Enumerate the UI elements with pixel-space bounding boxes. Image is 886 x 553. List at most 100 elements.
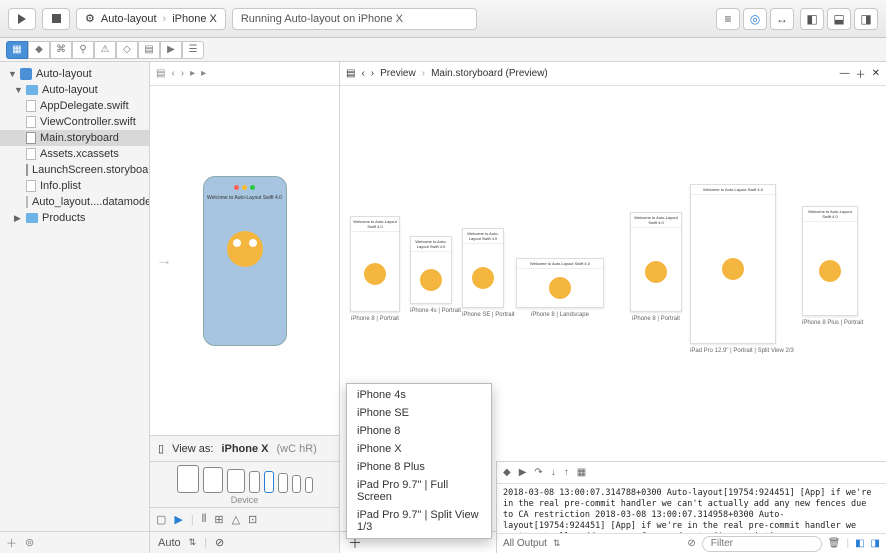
console-filter-input[interactable]	[702, 536, 822, 552]
forward-icon[interactable]: ›	[181, 68, 184, 79]
file-row[interactable]: Main.storyboard	[0, 130, 149, 146]
add-icon[interactable]: ＋	[6, 535, 17, 551]
minimize-icon[interactable]: —	[840, 68, 850, 79]
file-tree[interactable]: ▼ Auto-layout ▼ Auto-layout AppDelegate.…	[0, 62, 149, 531]
preview-title: Welcome to Auto-Layout Swift 4.0	[463, 229, 503, 244]
device-menu-item[interactable]: iPhone 4s	[347, 386, 491, 404]
step-in-icon[interactable]: ↓	[551, 467, 556, 478]
clear-console-icon[interactable]: ⊘	[687, 538, 695, 549]
file-row[interactable]: Assets.xcassets	[0, 146, 149, 162]
file-row[interactable]: LaunchScreen.storyboard	[0, 162, 149, 178]
scheme-selector[interactable]: ⚙ Auto-layout › iPhone X	[76, 8, 226, 30]
device-ipad-med[interactable]	[203, 467, 223, 493]
breakpoint-navigator-tab[interactable]: ▶	[160, 41, 182, 59]
preview-device[interactable]: Welcome to Auto-Layout Swift 4.0	[350, 216, 400, 312]
device-iphone-se[interactable]	[292, 475, 301, 493]
right-pane-icon[interactable]: ◨	[871, 538, 880, 549]
preview-file-crumb[interactable]: Main.storyboard (Preview)	[431, 68, 548, 79]
related-icon[interactable]: ▤	[346, 68, 355, 79]
update-frames-icon[interactable]: ▢	[156, 513, 166, 526]
clear-icon[interactable]: ⊘	[215, 536, 224, 549]
stack-icon[interactable]: ⊡	[248, 513, 257, 526]
device-menu-item[interactable]: iPad Pro 9.7" | Full Screen	[347, 476, 491, 506]
file-row[interactable]: ViewController.swift	[0, 114, 149, 130]
version-editor-button[interactable]: ↔	[770, 8, 794, 30]
preview-jump-bar[interactable]: ▤ ‹ › Preview › Main.storyboard (Preview…	[340, 62, 886, 86]
filter-icon[interactable]: ⊚	[25, 536, 34, 549]
preview-device[interactable]: Welcome to Auto-Layout Swift 4.0	[802, 206, 858, 316]
device-ipad-small[interactable]	[227, 469, 245, 493]
stop-button[interactable]	[42, 8, 70, 30]
embed-icon[interactable]: ▶	[174, 513, 182, 526]
related-icon[interactable]: ▤	[156, 68, 165, 79]
preview-device[interactable]: Welcome to Auto-Layout Swift 4.0	[630, 212, 682, 312]
align-icon[interactable]: ⫴	[202, 513, 207, 526]
device-menu-item[interactable]: iPad Pro 9.7" | Split View 1/3	[347, 506, 491, 536]
disclosure-icon[interactable]: ▼	[8, 69, 16, 79]
forward-icon[interactable]: ›	[371, 68, 374, 79]
file-row[interactable]: Info.plist	[0, 178, 149, 194]
find-navigator-tab[interactable]: ⚲	[72, 41, 94, 59]
disclosure-icon[interactable]: ▼	[14, 85, 22, 95]
auto-scope-label[interactable]: Auto	[158, 537, 181, 549]
toggle-inspector-button[interactable]: ◨	[854, 8, 878, 30]
titlebar: ⚙ Auto-layout › iPhone X Running Auto-la…	[0, 0, 886, 38]
standard-editor-button[interactable]: ≡	[716, 8, 740, 30]
device-iphone-8[interactable]	[278, 473, 288, 493]
preview-device[interactable]: Welcome to Auto-Layout Swift 4.0	[690, 184, 776, 344]
trait-bar[interactable]: ▯ View as: iPhone X (wC hR)	[150, 435, 339, 461]
toggle-breakpoints-icon[interactable]: ◆	[503, 467, 511, 478]
scope-arrows-icon[interactable]: ⇅	[189, 537, 197, 548]
device-iphone-4s[interactable]	[305, 477, 313, 493]
trash-icon[interactable]: 🗑	[828, 538, 841, 549]
device-picker[interactable]	[177, 465, 313, 493]
assistant-editor-button[interactable]: ◎	[743, 8, 767, 30]
file-row[interactable]: Auto_layout....datamodeld	[0, 194, 149, 210]
preview-device[interactable]: Welcome to Auto-Layout Swift 4.0	[462, 228, 504, 308]
device-menu-item[interactable]: iPhone X	[347, 440, 491, 458]
step-out-icon[interactable]: ↑	[564, 467, 569, 478]
debug-navigator-tab[interactable]: ▤	[138, 41, 160, 59]
preview-caption: iPhone 8 | Portrait	[630, 316, 682, 322]
console-output[interactable]: 2018-03-08 13:00:07.314788+0300 Auto-lay…	[497, 484, 886, 533]
toggle-debug-button[interactable]: ⬓	[827, 8, 851, 30]
project-navigator-tab[interactable]: ▦	[6, 41, 28, 59]
preview-crumb[interactable]: Preview	[380, 68, 416, 79]
view-debug-icon[interactable]: ▦	[577, 467, 586, 478]
step-over-icon[interactable]: ↷	[534, 467, 542, 478]
disclosure-icon[interactable]: ▶	[14, 213, 22, 224]
close-assistant-icon[interactable]: ✕	[872, 68, 880, 79]
back-icon[interactable]: ‹	[171, 68, 174, 79]
run-button[interactable]	[8, 8, 36, 30]
device-menu-item[interactable]: iPhone 8 Plus	[347, 458, 491, 476]
file-row[interactable]: AppDelegate.swift	[0, 98, 149, 114]
report-navigator-tab[interactable]: ☰	[182, 41, 204, 59]
scene-iphone-x[interactable]: Welcome to Auto-Layout Swift 4.0	[203, 176, 287, 346]
group-row[interactable]: ▼ Auto-layout	[0, 82, 149, 98]
storyboard-canvas[interactable]: → Welcome to Auto-Layout Swift 4.0	[150, 86, 339, 435]
source-control-tab[interactable]: ◆	[28, 41, 50, 59]
issue-navigator-tab[interactable]: ⚠	[94, 41, 116, 59]
toggle-navigator-button[interactable]: ◧	[800, 8, 824, 30]
add-device-menu[interactable]: iPhone 4siPhone SEiPhone 8iPhone XiPhone…	[346, 383, 492, 539]
pin-icon[interactable]: ⊞	[214, 513, 223, 526]
device-ipad-large[interactable]	[177, 465, 199, 493]
project-row[interactable]: ▼ Auto-layout	[0, 66, 149, 82]
canvas-jump-bar[interactable]: ▤ ‹ › ▸ ▸	[150, 62, 339, 86]
device-iphone-plus[interactable]	[249, 471, 260, 493]
add-assistant-icon[interactable]: ＋	[856, 66, 866, 81]
preview-device[interactable]: Welcome to Auto-Layout Swift 4.0	[410, 236, 452, 304]
device-menu-item[interactable]: iPhone 8	[347, 422, 491, 440]
symbol-navigator-tab[interactable]: ⌘	[50, 41, 72, 59]
continue-icon[interactable]: ▶	[519, 467, 527, 478]
back-icon[interactable]: ‹	[361, 68, 364, 79]
device-iphone-x[interactable]	[264, 471, 274, 493]
scope-arrows-icon[interactable]: ⇅	[553, 538, 561, 549]
resolve-icon[interactable]: △	[232, 513, 240, 526]
preview-device[interactable]: Welcome to Auto-Layout Swift 4.0	[516, 258, 604, 308]
test-navigator-tab[interactable]: ◇	[116, 41, 138, 59]
products-row[interactable]: ▶ Products	[0, 210, 149, 226]
device-menu-item[interactable]: iPhone SE	[347, 404, 491, 422]
output-selector[interactable]: All Output	[503, 538, 547, 549]
left-pane-icon[interactable]: ◧	[855, 538, 864, 549]
